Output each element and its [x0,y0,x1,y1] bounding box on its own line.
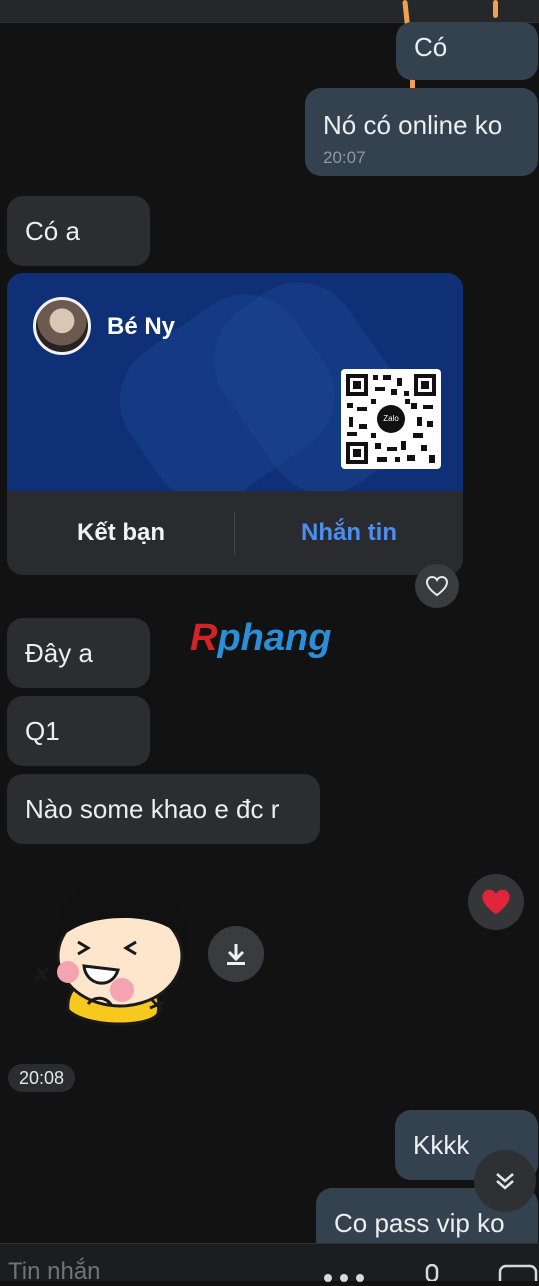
message-bubble-incoming[interactable]: Q1 [7,696,150,766]
message-composer: Tin nhắn [0,1243,539,1285]
message-bubble-incoming[interactable]: Có a [7,196,150,266]
message-text: Kkkk [413,1130,470,1160]
message-text: Co pass vip ko [334,1208,505,1238]
reaction-badge[interactable] [468,874,524,930]
add-friend-button[interactable]: Kết bạn [7,491,235,575]
message-bubble-outgoing[interactable]: Có [396,22,538,80]
more-options-icon[interactable] [322,1272,366,1282]
message-timestamp: 20:08 [8,1064,75,1092]
contact-card-actions: Kết bạn Nhắn tin [7,491,463,575]
top-bar [0,0,539,23]
message-bubble-incoming[interactable]: Đây a [7,618,150,688]
message-bubble-outgoing[interactable]: Nó có online ko 20:07 [305,88,538,176]
download-button[interactable] [208,926,264,982]
message-timestamp: 20:07 [323,148,366,167]
qr-code: Zalo [341,369,441,469]
annotation-scribble [493,0,498,18]
microphone-icon[interactable] [422,1264,442,1281]
message-text: Có a [25,216,80,246]
scroll-down-icon [496,1173,514,1190]
avatar[interactable] [33,297,91,355]
zalo-logo: Zalo [377,405,405,433]
heart-filled-icon [482,889,510,915]
message-text: Q1 [25,716,60,746]
message-text: Nó có online ko [323,110,503,140]
message-input[interactable]: Tin nhắn [8,1258,101,1286]
download-icon [227,944,245,965]
message-text: Có [414,32,448,62]
contact-card-header: Bé Ny Zalo [7,273,463,491]
message-bubble-incoming[interactable]: Nào some khao e đc r [7,774,320,844]
watermark-logo: Rphang [190,617,332,659]
react-button[interactable] [415,564,459,608]
send-message-button[interactable]: Nhắn tin [235,491,463,575]
contact-card[interactable]: Bé Ny Zalo Kết bạn Nhắn tin [7,273,463,575]
message-text: Nào some khao e đc r [25,794,280,824]
heart-outline-icon [425,575,449,597]
contact-name: Bé Ny [107,313,176,340]
sticker-image[interactable] [28,868,200,1040]
message-text: Đây a [25,638,93,668]
scroll-down-button[interactable] [474,1150,536,1212]
image-icon[interactable] [498,1264,538,1281]
